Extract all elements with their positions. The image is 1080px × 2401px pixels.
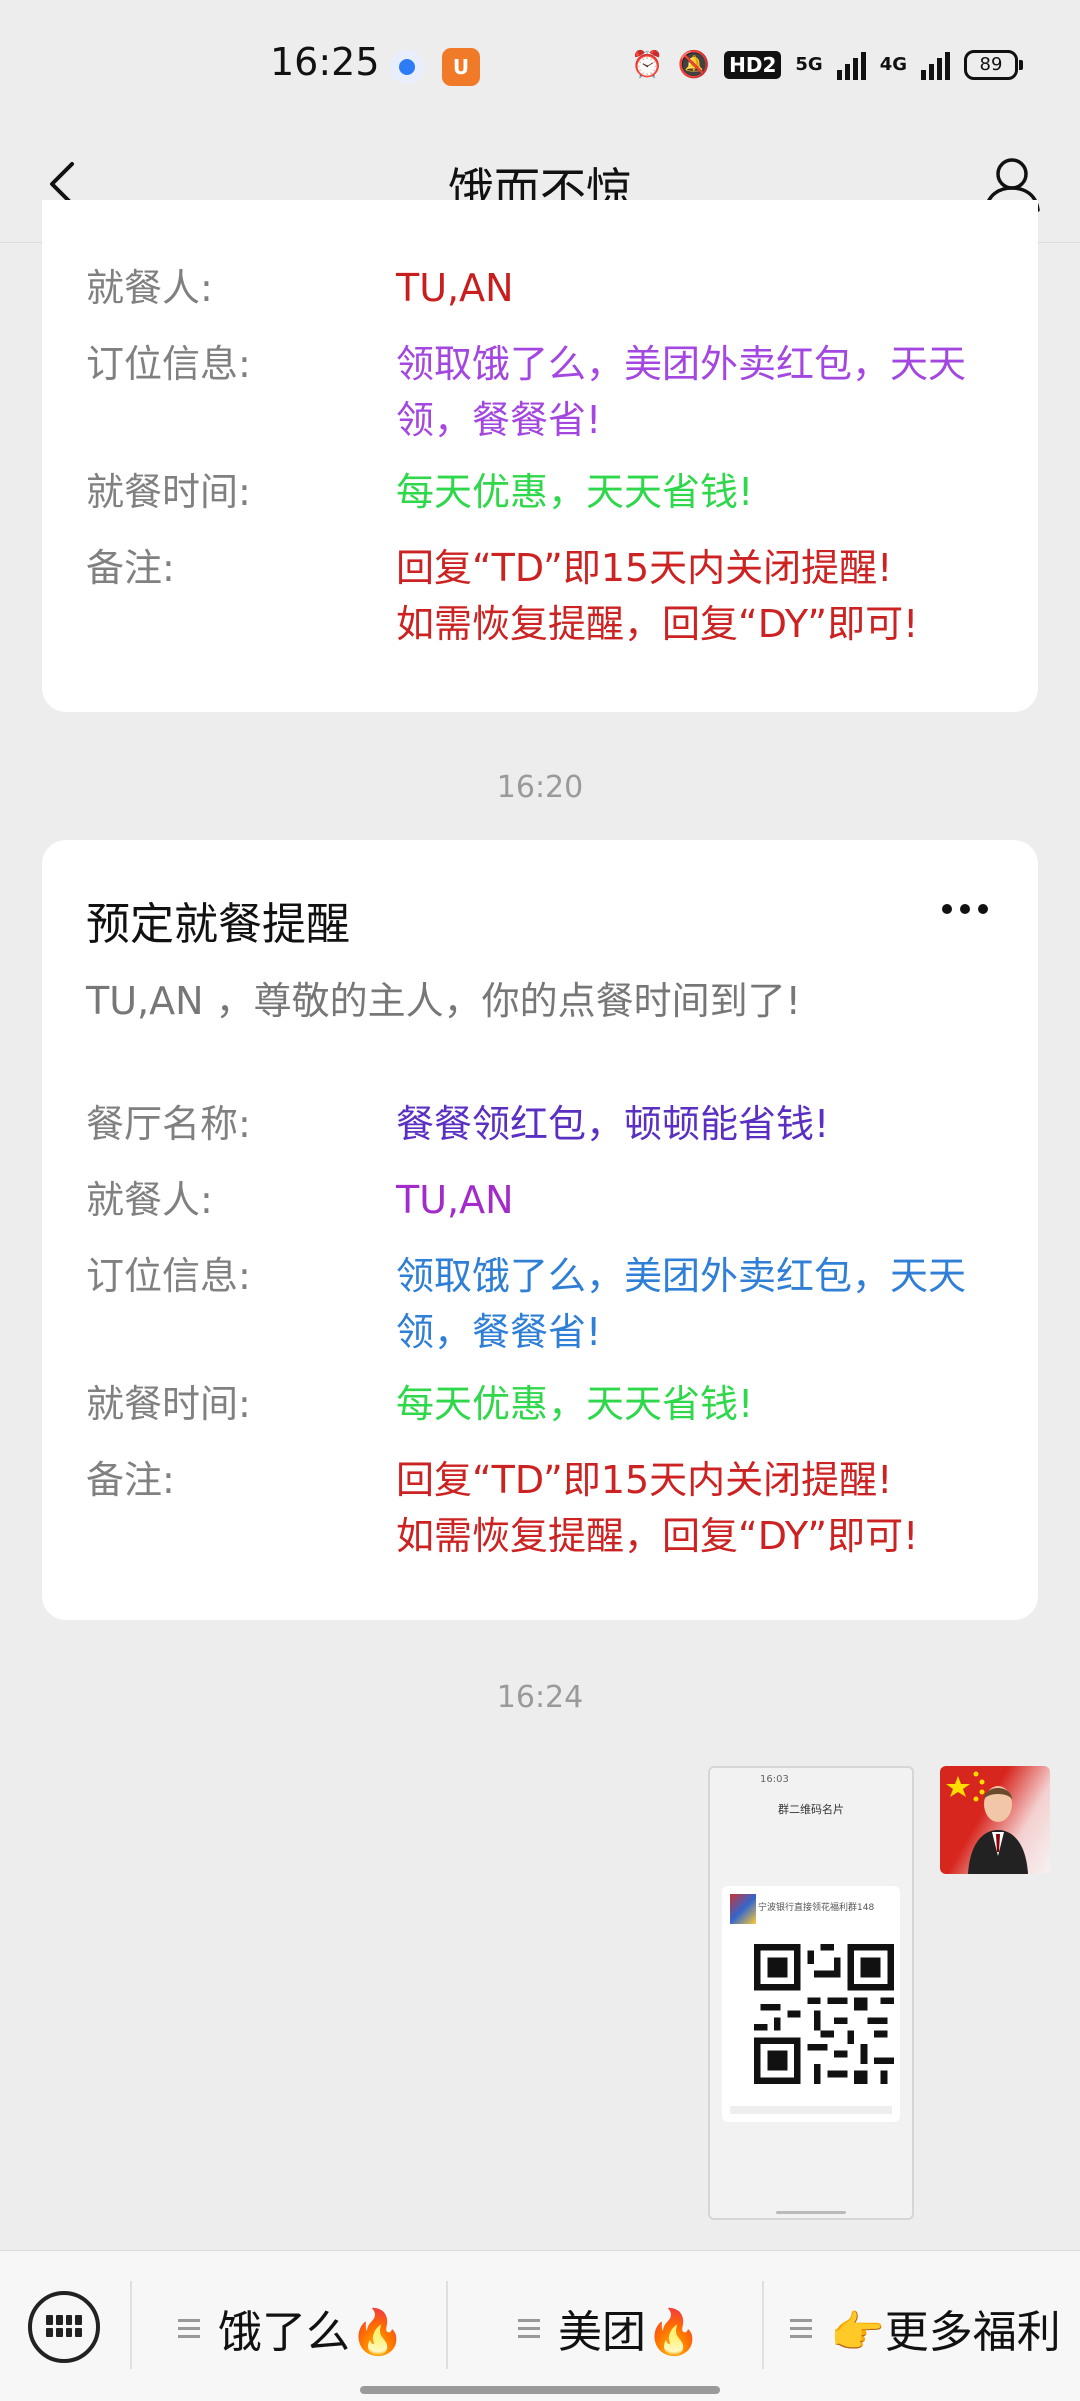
qr-code-icon (754, 1944, 894, 2084)
menu-label: 饿了么🔥 (218, 2307, 405, 2358)
mute-bell-icon: 🔕 (677, 50, 711, 80)
remark-line-2: 如需恢复提醒，回复“DY”即可! (396, 1514, 919, 1558)
row-label: 就餐时间: (86, 470, 251, 514)
user-avatar[interactable] (940, 1766, 1050, 1874)
row-label: 就餐人: (86, 1178, 213, 1222)
reservation-card-previous: 就餐人: TU,AN 订位信息: 领取饿了么，美团外卖红包，天天领，餐餐省! 就… (42, 200, 1038, 712)
flag-avatar-image (946, 1771, 1028, 1874)
card-title: 预定就餐提醒 (86, 899, 350, 950)
remark-line-2: 如需恢复提醒，回复“DY”即可! (396, 602, 919, 646)
network-5g-label: 5G (795, 54, 823, 75)
row-value: 领取饿了么，美团外卖红包，天天领，餐餐省! (396, 342, 967, 442)
reservation-card[interactable]: 预定就餐提醒 TU,AN ，尊敬的主人，你的点餐时间到了! 餐厅名称: 餐餐领红… (42, 840, 1038, 1620)
home-indicator (776, 2211, 846, 2214)
submenu-icon (178, 2318, 200, 2338)
card-row-remark: 备注: 回复“TD”即15天内关闭提醒! 如需恢复提醒，回复“DY”即可! (86, 1452, 994, 1564)
battery-icon: 89 (964, 50, 1023, 80)
message-timestamp: 16:20 (496, 770, 584, 805)
group-qr-card: 宁波银行直接领花福利群148 (722, 1886, 900, 2122)
menu-item-eleme[interactable]: 饿了么🔥 (178, 2293, 405, 2363)
group-name: 宁波银行直接领花福利群148 (758, 1903, 875, 1913)
menu-item-meituan[interactable]: 美团🔥 (518, 2293, 701, 2363)
card-row-dining-time: 就餐时间: 每天优惠，天天省钱! (86, 1376, 994, 1432)
hd-icon: HD2 (724, 51, 782, 79)
signal-5g-icon (836, 50, 866, 80)
card-row-remark: 备注: 回复“TD”即15天内关闭提醒! 如需恢复提醒，回复“DY”即可! (86, 540, 994, 652)
card-row-dining-time: 就餐时间: 每天优惠，天天省钱! (86, 464, 994, 520)
group-avatar (730, 1894, 756, 1924)
image-header-title: 群二维码名片 (778, 1803, 844, 1816)
row-value: 领取饿了么，美团外卖红包，天天领，餐餐省! (396, 1254, 967, 1354)
row-label: 就餐人: (86, 266, 213, 310)
uc-browser-notification-icon: U (442, 48, 480, 86)
row-label: 订位信息: (86, 342, 251, 386)
row-value: TU,AN (396, 1178, 514, 1222)
row-value: 回复“TD”即15天内关闭提醒! 如需恢复提醒，回复“DY”即可! (396, 1452, 994, 1564)
row-value: 餐餐领红包，顿顿能省钱! (396, 1102, 830, 1146)
status-time: 16:25 (270, 40, 380, 84)
alarm-icon: ⏰ (631, 50, 664, 80)
row-label: 就餐时间: (86, 1382, 251, 1426)
menu-divider (446, 2281, 448, 2369)
menu-divider (130, 2281, 132, 2369)
row-label: 餐厅名称: (86, 1102, 251, 1146)
browser-notification-icon (390, 50, 424, 84)
card-footnote (730, 2106, 892, 2114)
card-row-diner: 就餐人: TU,AN (86, 260, 994, 316)
keyboard-icon (46, 2315, 82, 2337)
row-value: 每天优惠，天天省钱! (396, 470, 754, 514)
more-options-icon[interactable] (942, 904, 988, 914)
remark-line-1: 回复“TD”即15天内关闭提醒! (396, 1458, 893, 1502)
row-value: 每天优惠，天天省钱! (396, 1382, 754, 1426)
status-icons: ⏰ 🔕 HD2 5G 4G 89 (631, 48, 1023, 82)
gesture-home-indicator[interactable] (360, 2386, 720, 2394)
submenu-icon (518, 2318, 540, 2338)
menu-label: 美团🔥 (558, 2307, 701, 2358)
card-subtitle: TU,AN ，尊敬的主人，你的点餐时间到了! (86, 979, 801, 1023)
keyboard-toggle-button[interactable] (28, 2291, 100, 2363)
menu-divider (762, 2281, 764, 2369)
row-label: 备注: (86, 546, 175, 590)
row-value: 回复“TD”即15天内关闭提醒! 如需恢复提醒，回复“DY”即可! (396, 540, 994, 652)
menu-item-more-benefits[interactable]: 👉更多福利 (790, 2293, 1061, 2363)
image-status-time: 16:03 (760, 1774, 789, 1785)
card-row-booking-info: 订位信息: 领取饿了么，美团外卖红包，天天领，餐餐省! (86, 336, 994, 448)
card-row-restaurant: 餐厅名称: 餐餐领红包，顿顿能省钱! (86, 1096, 994, 1152)
submenu-icon (790, 2318, 812, 2338)
row-label: 订位信息: (86, 1254, 251, 1298)
menu-label: 👉更多福利 (830, 2307, 1061, 2358)
row-label: 备注: (86, 1458, 175, 1502)
image-message[interactable]: 16:03 群二维码名片 宁波银行直接领花福利群148 (708, 1766, 914, 2220)
signal-4g-icon (921, 50, 950, 80)
message-timestamp: 16:24 (496, 1680, 584, 1715)
row-value: TU,AN (396, 266, 514, 310)
bottom-menu-bar: 饿了么🔥 美团🔥 👉更多福利 (0, 2250, 1080, 2401)
network-4g-label: 4G (879, 54, 907, 75)
status-bar: 16:25 U ⏰ 🔕 HD2 5G 4G 89 (0, 0, 1080, 132)
remark-line-1: 回复“TD”即15天内关闭提醒! (396, 546, 893, 590)
card-row-diner: 就餐人: TU,AN (86, 1172, 994, 1228)
card-row-booking-info: 订位信息: 领取饿了么，美团外卖红包，天天领，餐餐省! (86, 1248, 994, 1360)
